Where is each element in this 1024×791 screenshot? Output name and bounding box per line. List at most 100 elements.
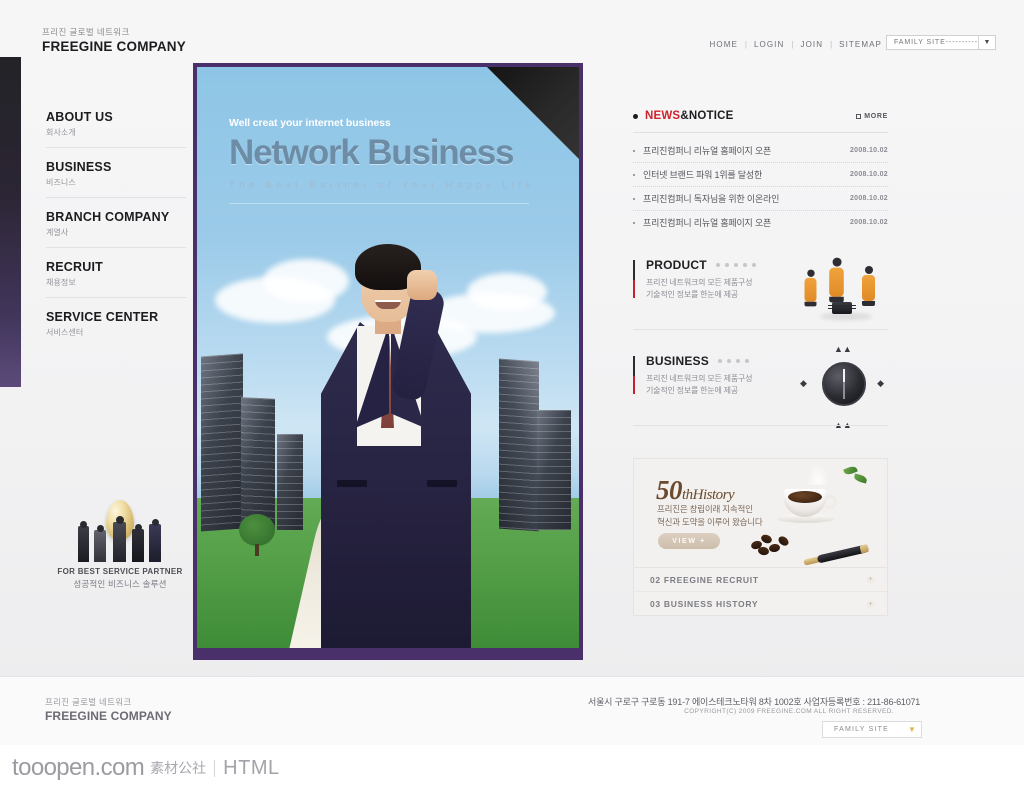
watermark-site: tooopen.com — [12, 754, 145, 781]
header-logo[interactable]: 프리진 글로벌 네트워크 FREEGINE COMPANY — [42, 27, 186, 55]
history-panel[interactable]: 50thHistory 프리진은 창립이래 지속적인 혁신과 도약을 이루어 왔… — [633, 458, 888, 616]
footer-logo-subtitle: 프리진 글로벌 네트워크 — [45, 697, 132, 707]
sidebar-item-about-us[interactable]: ABOUT US 회사소개 — [46, 110, 186, 148]
plus-icon[interactable]: + — [866, 599, 875, 609]
sidebar-item-label: ABOUT US — [46, 110, 113, 124]
sidebar-item-business[interactable]: BUSINESS 비즈니스 — [46, 160, 186, 198]
worker-figure-icon — [829, 257, 844, 303]
news-list-item[interactable]: 인터넷 브랜드 파워 1위를 달성한 2008.10.02 — [633, 163, 888, 187]
header-family-site-label: FAMILY SITE--------------- — [894, 39, 978, 46]
worker-figure-icon — [804, 269, 817, 307]
history-title: 50thHistory — [656, 475, 735, 506]
nav-link-join[interactable]: JOIN — [800, 40, 823, 49]
suit-pocket — [337, 480, 367, 487]
chip-icon — [828, 302, 856, 314]
tree-icon — [239, 514, 275, 556]
square-icon — [856, 113, 862, 119]
top-navigation: HOME | LOGIN | JOIN | SITEMAP — [710, 40, 883, 49]
coffee-beans-icon — [750, 533, 791, 556]
sidebar-item-sublabel: 서비스센터 — [46, 328, 84, 337]
promo-subtitle: 성공적인 비즈니스 솔루션 — [73, 579, 167, 589]
history-desc-line1: 프리진은 창립이래 지속적인 — [657, 504, 753, 514]
header-family-site-select[interactable]: FAMILY SITE--------------- ▼ — [886, 35, 996, 50]
product-title: PRODUCT — [646, 258, 707, 272]
footer-family-site-select[interactable]: FAMILY SITE ▼ — [822, 721, 922, 738]
worker-figure-icon — [862, 266, 875, 306]
chevron-down-icon: ▼ — [908, 725, 916, 734]
section-divider — [633, 329, 888, 330]
site-header: 프리진 글로벌 네트워크 FREEGINE COMPANY HOME | LOG… — [0, 0, 1024, 57]
news-item-date: 2008.10.02 — [849, 171, 888, 178]
fist-icon — [407, 270, 437, 300]
watermark-chinese: 素材公社 — [150, 760, 207, 776]
people-icon: ▲▲ — [834, 344, 852, 354]
header-logo-subtitle: 프리진 글로벌 네트워크 — [42, 27, 130, 37]
news-item-title: 프리진컴퍼니 리뉴얼 홈페이지 오픈 — [643, 218, 772, 228]
news-more-label: MORE — [864, 112, 888, 120]
product-dots-icon — [715, 263, 756, 267]
list-bullet-icon — [633, 173, 635, 176]
footer-copyright: COPYRIGHT(C) 2009 FREEGINE.COM ALL RIGHT… — [684, 708, 894, 715]
hero-title: Network Business — [229, 133, 514, 172]
history-banner: 50thHistory 프리진은 창립이래 지속적인 혁신과 도약을 이루어 왔… — [634, 459, 887, 567]
news-list: 프리진컴퍼니 리뉴얼 홈페이지 오픈 2008.10.02 인터넷 브랜드 파워… — [633, 139, 888, 234]
history-view-button[interactable]: VIEW + — [658, 533, 720, 549]
suit-pocket — [427, 480, 457, 487]
hero-banner[interactable]: Well creat your internet business Networ… — [193, 63, 583, 660]
footer-address: 서울시 구로구 구로동 191-7 에이스테크노타워 8차 1002호 사업자등… — [588, 697, 921, 707]
sidebar-item-recruit[interactable]: RECRUIT 채용정보 — [46, 260, 186, 298]
history-list-item[interactable]: 02 FREEGINE RECRUIT + — [634, 568, 887, 592]
history-th: th — [682, 487, 693, 503]
list-bullet-icon — [633, 197, 635, 200]
sidebar-item-sublabel: 계열사 — [46, 228, 69, 237]
news-item-title: 프리진컴퍼니 독자님을 위한 이온라인 — [643, 194, 780, 204]
news-title: NEWS&NOTICE — [645, 110, 733, 122]
business-dots-icon — [717, 359, 749, 363]
compass-icon: ▲▲ ▲▲ ◆ ◆ — [794, 342, 886, 430]
compass-dial — [822, 362, 866, 406]
news-more-button[interactable]: MORE — [856, 113, 888, 120]
people-icon: ◆ — [800, 378, 807, 388]
history-list-item[interactable]: 03 BUSINESS HISTORY + — [634, 592, 887, 616]
sidebar-item-branch-company[interactable]: BRANCH COMPANY 계열사 — [46, 210, 186, 248]
section-accent-bar — [633, 356, 635, 394]
sidebar-navigation: ABOUT US 회사소개 BUSINESS 비즈니스 BRANCH COMPA… — [46, 110, 186, 359]
nav-link-login[interactable]: LOGIN — [754, 40, 784, 49]
news-item-title: 프리진컴퍼니 리뉴얼 홈페이지 오픈 — [643, 146, 772, 156]
news-list-item[interactable]: 프리진컴퍼니 리뉴얼 홈페이지 오픈 2008.10.02 — [633, 211, 888, 234]
news-item-date: 2008.10.02 — [849, 147, 888, 154]
building-icon — [201, 353, 243, 532]
watermark-type: HTML — [223, 756, 280, 779]
people-icon: ◆ — [877, 378, 884, 388]
news-list-item[interactable]: 프리진컴퍼니 독자님을 위한 이온라인 2008.10.02 — [633, 187, 888, 211]
list-bullet-icon — [633, 221, 635, 224]
business-section[interactable]: BUSINESS 프리진 네트워크의 모든 제품구성 기술적인 정보를 한눈에 … — [633, 344, 888, 430]
section-divider — [633, 425, 888, 426]
hero-subtitle: The Best Partner of Your Happy Life — [229, 180, 536, 191]
sidebar-promo-banner[interactable]: FOR BEST SERVICE PARTNER 성공적인 비즈니스 솔루션 — [50, 500, 190, 590]
footer-logo: 프리진 글로벌 네트워크 FREEGINE COMPANY — [45, 697, 172, 724]
product-section[interactable]: PRODUCT 프리진 네트워크의 모든 제품구성 기술적인 정보를 한눈에 제… — [633, 257, 888, 330]
right-column: NEWS&NOTICE MORE 프리진컴퍼니 리뉴얼 홈페이지 오픈 2008… — [633, 110, 888, 430]
building-icon — [277, 434, 303, 530]
nav-link-home[interactable]: HOME — [710, 40, 738, 49]
news-divider — [633, 132, 888, 133]
sidebar-item-sublabel: 회사소개 — [46, 128, 76, 137]
history-desc-line2: 혁신과 도약을 이루어 왔습니다 — [657, 517, 763, 527]
nav-separator: | — [791, 40, 794, 49]
sidebar-item-label: BUSINESS — [46, 160, 112, 174]
businessman-photo — [315, 218, 505, 648]
bullet-dot-icon — [633, 113, 638, 119]
nav-link-sitemap[interactable]: SITEMAP — [839, 40, 882, 49]
news-item-date: 2008.10.02 — [849, 219, 888, 226]
page-root: 프리진 글로벌 네트워크 FREEGINE COMPANY HOME | LOG… — [0, 0, 1024, 791]
plus-icon[interactable]: + — [866, 575, 875, 584]
sidebar-item-sublabel: 비즈니스 — [46, 178, 76, 187]
section-accent-bar — [633, 260, 635, 298]
building-icon — [537, 410, 571, 530]
news-list-item[interactable]: 프리진컴퍼니 리뉴얼 홈페이지 오픈 2008.10.02 — [633, 139, 888, 163]
nav-separator: | — [744, 40, 747, 49]
history-number: 50 — [656, 475, 683, 505]
business-title: BUSINESS — [646, 354, 709, 368]
sidebar-item-service-center[interactable]: SERVICE CENTER 서비스센터 — [46, 310, 186, 347]
